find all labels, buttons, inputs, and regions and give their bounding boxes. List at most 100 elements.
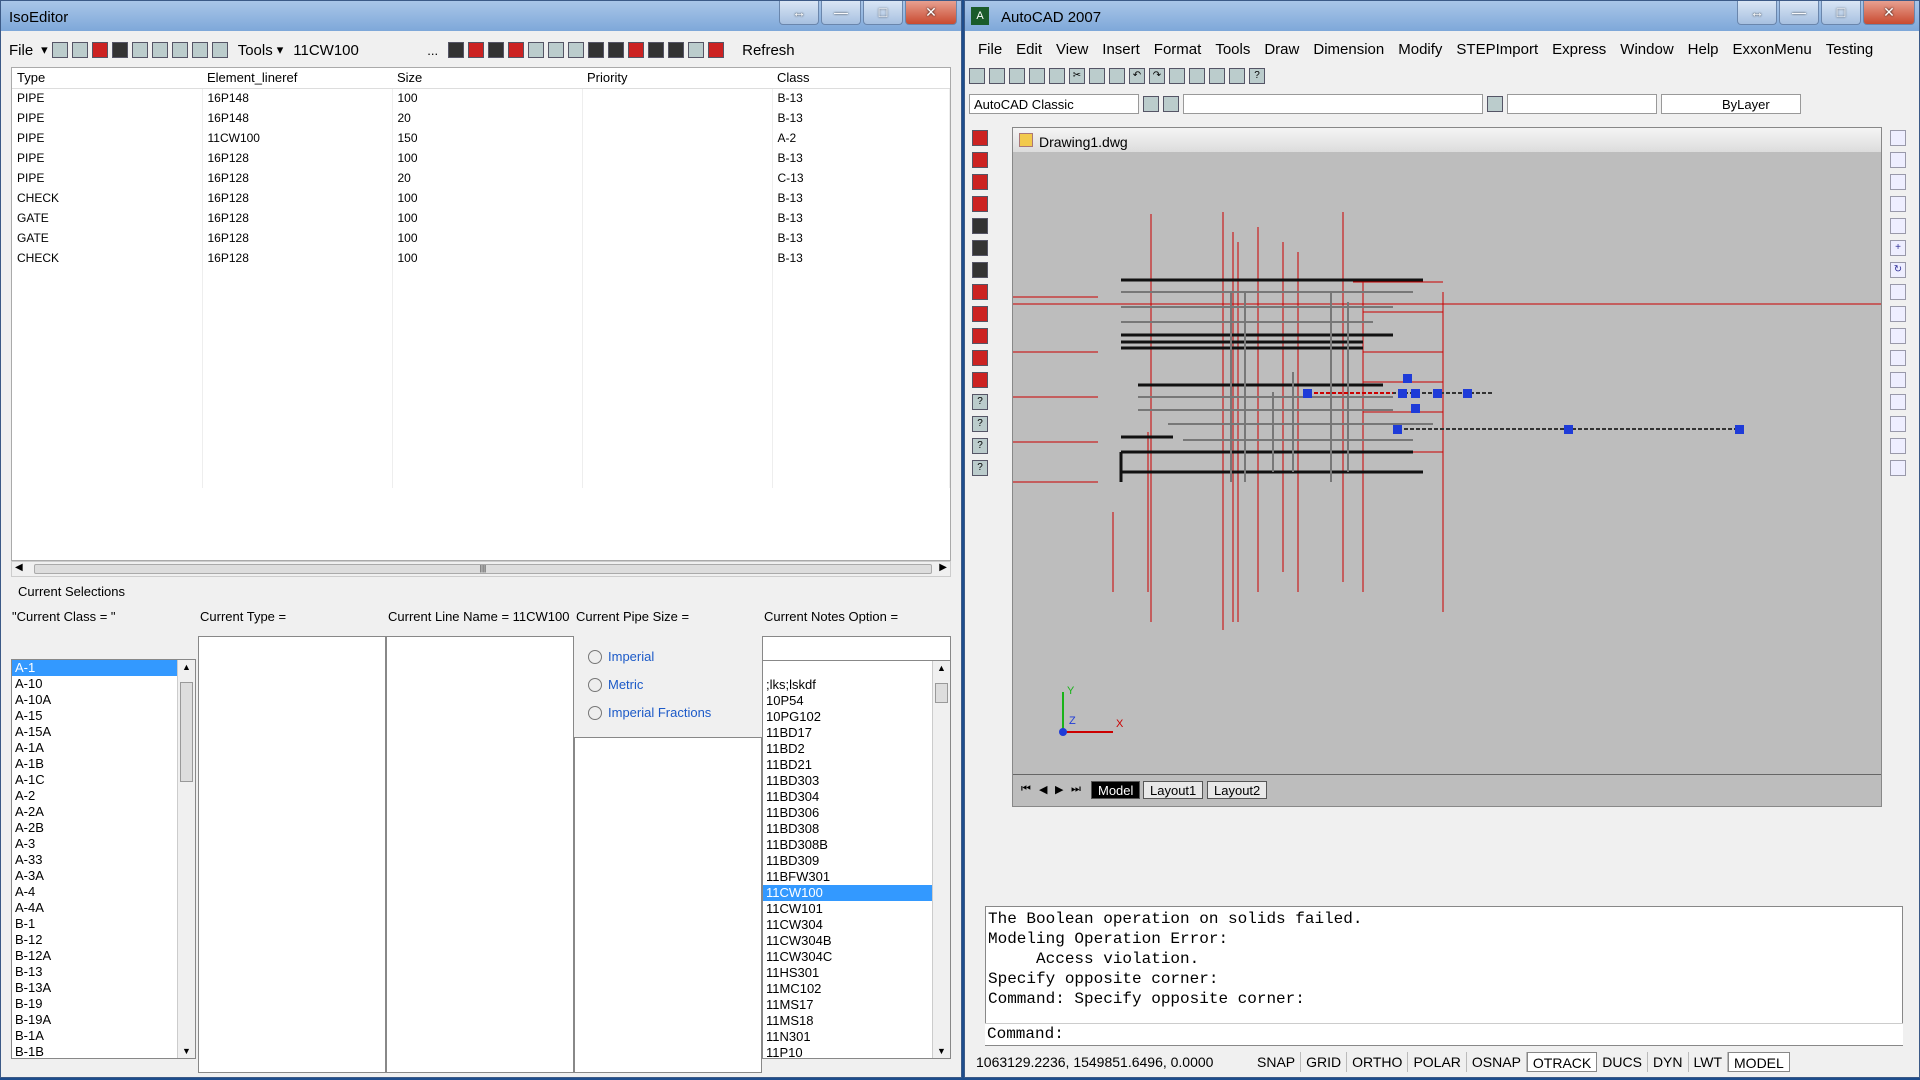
- radio-circle[interactable]: [588, 705, 602, 720]
- notes-list[interactable]: ;lks;lskdf 10P54 10PG102 11BD17 11BD2 11BD21 1…: [762, 660, 951, 1059]
- table-cell[interactable]: [582, 228, 773, 248]
- table-cell[interactable]: 100: [392, 208, 583, 228]
- help-icon[interactable]: ?: [972, 460, 988, 476]
- table-cell[interactable]: 16P128: [202, 208, 393, 228]
- scroll-left-icon[interactable]: ◀: [15, 562, 23, 573]
- stretch-icon[interactable]: [1890, 306, 1906, 322]
- tool-icon[interactable]: [972, 196, 988, 212]
- trim-icon[interactable]: [1890, 328, 1906, 344]
- explode-icon[interactable]: [1890, 460, 1906, 476]
- join-icon[interactable]: [1890, 394, 1906, 410]
- menu-item-modify[interactable]: Modify: [1391, 41, 1449, 58]
- file-menu[interactable]: File: [5, 42, 37, 59]
- paste-icon[interactable]: [1109, 68, 1125, 84]
- list-item[interactable]: A-15A: [12, 724, 195, 740]
- list-item[interactable]: A-33: [12, 852, 195, 868]
- maximize-button[interactable]: □: [1821, 1, 1861, 25]
- maximize-button[interactable]: □: [863, 1, 903, 25]
- table-cell[interactable]: 16P128: [202, 188, 393, 208]
- table-row[interactable]: PIPE 11CW100 150 A-2: [12, 128, 950, 148]
- table-cell[interactable]: CHECK: [12, 188, 203, 208]
- tab-nav-prev-icon[interactable]: ◀: [1039, 783, 1047, 796]
- list-item[interactable]: A-2B: [12, 820, 195, 836]
- table-cell[interactable]: [582, 208, 773, 228]
- color-select[interactable]: [1507, 94, 1657, 114]
- chevron-down-icon[interactable]: ▾: [277, 42, 284, 58]
- table-cell[interactable]: CHECK: [12, 248, 203, 268]
- restore-icon[interactable]: ↔: [779, 1, 819, 25]
- list-item[interactable]: A-1: [12, 660, 177, 676]
- col-header-element-lineref[interactable]: Element_lineref: [202, 68, 392, 89]
- model-space-canvas[interactable]: Y X Z: [1013, 152, 1881, 774]
- zoom-icon[interactable]: [1189, 68, 1205, 84]
- close-button[interactable]: ✕: [1863, 1, 1915, 25]
- tool-icon[interactable]: [972, 328, 988, 344]
- line-name-field[interactable]: 11CW100: [287, 42, 417, 59]
- workspace-settings-icon[interactable]: [1143, 96, 1159, 112]
- status-toggle-osnap[interactable]: OSNAP: [1467, 1052, 1527, 1072]
- tab-layout1[interactable]: Layout1: [1143, 781, 1204, 799]
- list-item[interactable]: B-12: [12, 932, 195, 948]
- table-cell[interactable]: B-13: [772, 228, 950, 248]
- table-cell[interactable]: PIPE: [12, 128, 203, 148]
- list-item[interactable]: 11BD21: [763, 757, 950, 773]
- menu-item-tools[interactable]: Tools: [1208, 41, 1257, 58]
- table-cell[interactable]: A-2: [772, 128, 950, 148]
- redo-icon[interactable]: ↷: [1149, 68, 1165, 84]
- list-item[interactable]: A-3A: [12, 868, 195, 884]
- pan-icon[interactable]: [1169, 68, 1185, 84]
- tab-nav-next-icon[interactable]: ▶: [1055, 783, 1063, 796]
- minimize-button[interactable]: —: [1779, 1, 1819, 25]
- help-icon[interactable]: ?: [1249, 68, 1265, 84]
- list-item[interactable]: 11BFW301: [763, 869, 950, 885]
- menu-item-testing[interactable]: Testing: [1819, 41, 1881, 58]
- table-cell[interactable]: 11CW100: [202, 128, 393, 148]
- list-item[interactable]: 10P54: [763, 693, 950, 709]
- table-row[interactable]: CHECK 16P128 100 B-13: [12, 188, 950, 208]
- menu-item-view[interactable]: View: [1049, 41, 1095, 58]
- menu-item-file[interactable]: File: [971, 41, 1009, 58]
- list-item[interactable]: A-4A: [12, 900, 195, 916]
- tool-icon-16[interactable]: [568, 42, 585, 58]
- list-item[interactable]: 11BD309: [763, 853, 950, 869]
- list-item[interactable]: A-15: [12, 708, 195, 724]
- array-icon[interactable]: [1890, 218, 1906, 234]
- radio-circle[interactable]: [588, 677, 602, 692]
- class-list-scrollbar[interactable]: ▲ ▼: [177, 660, 195, 1058]
- tool-icon[interactable]: [972, 218, 988, 234]
- list-item[interactable]: 11BD304: [763, 789, 950, 805]
- tool-icon-7[interactable]: [171, 42, 188, 58]
- help-icon[interactable]: ?: [972, 438, 988, 454]
- status-toggle-lwt[interactable]: LWT: [1689, 1052, 1729, 1072]
- tool-icon-1[interactable]: [51, 42, 68, 58]
- table-cell[interactable]: 100: [392, 188, 583, 208]
- layer-select[interactable]: [1183, 94, 1483, 114]
- tool-icon-14[interactable]: [528, 42, 545, 58]
- workspace-select[interactable]: AutoCAD Classic: [969, 94, 1139, 114]
- cut-icon[interactable]: ✂: [1069, 68, 1085, 84]
- menu-item-edit[interactable]: Edit: [1009, 41, 1049, 58]
- list-item[interactable]: 11N301: [763, 1029, 950, 1045]
- list-item[interactable]: B-19A: [12, 1012, 195, 1028]
- notes-input[interactable]: [762, 636, 951, 660]
- help-icon[interactable]: ?: [972, 394, 988, 410]
- tool-icon-9[interactable]: [211, 42, 228, 58]
- list-item[interactable]: 11MC102: [763, 981, 950, 997]
- tool-icon-23[interactable]: [708, 42, 725, 58]
- help-icon[interactable]: ?: [972, 416, 988, 432]
- list-item[interactable]: 11HS301: [763, 965, 950, 981]
- table-cell[interactable]: B-13: [772, 248, 950, 268]
- menu-item-express[interactable]: Express: [1545, 41, 1613, 58]
- table-cell[interactable]: B-13: [772, 108, 950, 128]
- tool-icon-13[interactable]: [508, 42, 525, 58]
- tool-icon[interactable]: [972, 152, 988, 168]
- table-cell[interactable]: GATE: [12, 208, 203, 228]
- table-cell[interactable]: 16P128: [202, 228, 393, 248]
- tool-icon-5[interactable]: [131, 42, 148, 58]
- list-item[interactable]: ;lks;lskdf: [763, 677, 950, 693]
- menu-item-exxonmenu[interactable]: ExxonMenu: [1726, 41, 1819, 58]
- table-cell[interactable]: 150: [392, 128, 583, 148]
- scroll-thumb[interactable]: [935, 683, 948, 703]
- table-cell[interactable]: C-13: [772, 168, 950, 188]
- tab-nav-first-icon[interactable]: ⏮: [1021, 783, 1031, 796]
